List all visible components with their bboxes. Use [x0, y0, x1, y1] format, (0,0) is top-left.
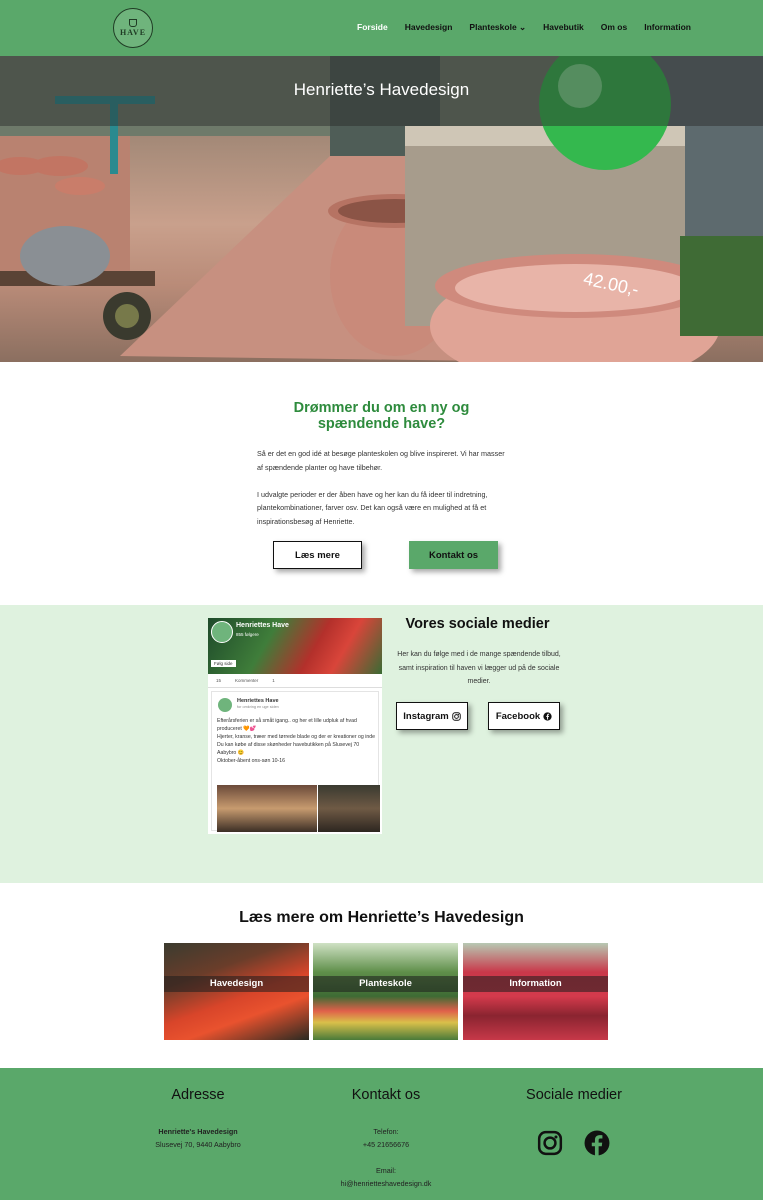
facebook-reaction-bar: 15 Kommenter 1 — [208, 674, 382, 688]
footer-facebook-icon[interactable] — [584, 1130, 610, 1156]
logo-text: HAVE — [119, 28, 147, 37]
read-more-button[interactable]: Læs mere — [273, 541, 362, 569]
post-author[interactable]: Henriettes Have — [237, 698, 279, 704]
post-line: Du kan købe af disse skønheder havebutik… — [217, 742, 360, 756]
tile-label: Havedesign — [164, 976, 309, 992]
email-label: Email: — [376, 1166, 396, 1175]
hero-title: Henriette’s Havedesign — [293, 80, 470, 99]
post-line: Oktober-åbent ons-søn 10-16 — [217, 758, 286, 764]
footer-address-heading: Adresse — [171, 1087, 225, 1103]
post-image[interactable] — [318, 785, 380, 832]
post-line: Efterårsferien er så småt igang.. og her… — [217, 718, 357, 732]
main-menu: Forside Havedesign Planteskole ⌄ Havebut… — [357, 22, 708, 33]
nav-item-havedesign[interactable]: Havedesign — [405, 22, 453, 33]
instagram-label: Instagram — [403, 710, 449, 722]
post-image[interactable] — [217, 785, 317, 832]
hero-banner: Henriette’s Havedesign 42.00,- — [0, 56, 763, 362]
facebook-post: Henriettes Have for omkring en uge siden… — [211, 691, 380, 832]
address-name: Henriette's Havedesign — [158, 1127, 238, 1136]
site-logo[interactable]: HAVE — [113, 8, 153, 48]
facebook-page-widget[interactable]: Henriettes Have 855 følgere Følg side 15… — [208, 618, 382, 834]
read-more-heading: Læs mere om Henriette’s Havedesign — [239, 909, 524, 926]
nav-item-forside[interactable]: Forside — [357, 22, 388, 33]
instagram-button[interactable]: Instagram — [396, 702, 468, 730]
tile-planteskole[interactable]: Planteskole — [313, 943, 458, 1040]
facebook-label: Facebook — [495, 710, 541, 722]
comment-link[interactable]: Kommenter — [235, 678, 258, 683]
footer-address: Henriette's Havedesign Slusevej 70, 9440… — [118, 1125, 278, 1151]
post-avatar — [218, 698, 232, 712]
post-text: Efterårsferien er så småt igang.. og her… — [217, 717, 377, 765]
facebook-follow-button[interactable]: Følg side — [211, 660, 236, 667]
intro-paragraph-2: I udvalgte perioder er der åben have og … — [257, 489, 488, 526]
instagram-icon — [451, 711, 461, 721]
tile-label: Planteskole — [313, 976, 458, 992]
phone-label: Telefon: — [373, 1127, 399, 1136]
facebook-icon — [543, 711, 552, 721]
social-text: Her kan du følge med i de mange spændend… — [397, 651, 561, 685]
footer-contact-heading: Kontakt os — [351, 1087, 421, 1103]
tile-havedesign[interactable]: Havedesign — [164, 943, 309, 1040]
facebook-page-name[interactable]: Henriettes Have — [236, 622, 289, 629]
plant-pot-icon — [129, 19, 137, 27]
share-count[interactable]: 1 — [272, 678, 275, 683]
email-link[interactable]: hi@henrietteshavedesign.dk — [306, 1177, 466, 1190]
top-navigation: HAVE Forside Havedesign Planteskole ⌄ Ha… — [0, 0, 763, 56]
footer-social-heading: Sociale medier — [526, 1087, 622, 1103]
facebook-followers: 855 følgere — [236, 632, 259, 637]
facebook-button[interactable]: Facebook — [488, 702, 560, 730]
post-line: Hjerter, kranse, træer med tørrede blade… — [217, 734, 376, 740]
like-count[interactable]: 15 — [216, 678, 221, 683]
footer-instagram-icon[interactable] — [537, 1130, 563, 1156]
intro-text: Så er det en god idé at besøge plantesko… — [257, 447, 507, 528]
address-line: Slusevej 70, 9440 Aabybro — [155, 1140, 241, 1149]
post-date: for omkring en uge siden — [237, 705, 279, 709]
footer-contact: Telefon: +45 21656676 Email: hi@henriett… — [306, 1125, 466, 1190]
nav-item-havebutik[interactable]: Havebutik — [543, 22, 584, 33]
intro-heading: Drømmer du om en ny og spændende have? — [293, 400, 470, 432]
nav-item-om-os[interactable]: Om os — [601, 22, 627, 33]
nav-item-information[interactable]: Information — [644, 22, 691, 33]
phone-link[interactable]: +45 21656676 — [306, 1138, 466, 1151]
facebook-avatar[interactable] — [211, 621, 233, 643]
tile-label: Information — [463, 976, 608, 992]
social-heading: Vores sociale medier — [405, 616, 550, 632]
nav-item-planteskole[interactable]: Planteskole ⌄ — [469, 22, 526, 33]
contact-button[interactable]: Kontakt os — [409, 541, 498, 569]
intro-paragraph-1: Så er det en god idé at besøge plantesko… — [257, 449, 505, 472]
tile-information[interactable]: Information — [463, 943, 608, 1040]
